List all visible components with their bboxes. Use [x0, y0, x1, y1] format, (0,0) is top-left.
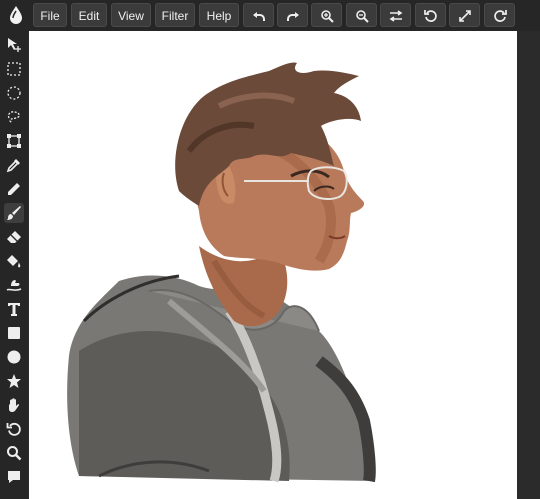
tools-sidebar	[0, 31, 28, 499]
zoom-in-icon	[320, 10, 334, 23]
bucket-fill-tool[interactable]	[4, 251, 24, 271]
zoom-in-button[interactable]	[311, 3, 342, 27]
zoom-tool[interactable]	[4, 443, 24, 463]
hand-tool[interactable]	[4, 395, 24, 415]
rotate-tool[interactable]	[4, 419, 24, 439]
help-menu-button[interactable]: Help	[199, 3, 239, 27]
ellipse-tool[interactable]	[4, 347, 24, 367]
redo-icon	[286, 12, 299, 21]
rotate-ccw-button[interactable]	[415, 3, 446, 27]
edit-menu-button[interactable]: Edit	[71, 3, 107, 27]
move-tool[interactable]	[4, 35, 24, 55]
ellipse-select-tool[interactable]	[4, 83, 24, 103]
rect-select-icon	[7, 62, 21, 76]
text-icon	[8, 303, 20, 316]
pencil-tool[interactable]	[4, 179, 24, 199]
hand-icon	[9, 398, 20, 412]
brush-icon	[7, 206, 21, 220]
artwork-portrait	[67, 62, 376, 483]
top-toolbar: File Edit View Filter Help	[0, 0, 540, 31]
rotate-icon	[6, 422, 21, 436]
rotate-ccw-icon	[423, 10, 437, 22]
transform-tool[interactable]	[4, 131, 24, 151]
transform-icon	[7, 134, 21, 148]
smudge-tool[interactable]	[4, 275, 24, 295]
swap-button[interactable]	[380, 3, 411, 27]
app-logo-icon	[4, 3, 28, 27]
lasso-tool[interactable]	[4, 107, 24, 127]
ellipse-select-icon	[7, 86, 21, 100]
rectangle-icon	[8, 327, 20, 339]
rectangle-tool[interactable]	[4, 323, 24, 343]
brush-tool[interactable]	[4, 203, 24, 223]
undo-button[interactable]	[243, 3, 274, 27]
drawing-canvas[interactable]	[29, 31, 517, 499]
bucket-fill-icon	[7, 255, 21, 268]
eraser-icon	[7, 231, 21, 243]
filter-menu-button[interactable]: Filter	[155, 3, 195, 27]
move-icon	[8, 38, 21, 52]
eyedropper-tool[interactable]	[4, 155, 24, 175]
pencil-icon	[8, 183, 20, 195]
comment-icon	[8, 471, 20, 483]
view-menu-button[interactable]: View	[111, 3, 151, 27]
undo-icon	[252, 12, 265, 21]
zoom-icon	[7, 446, 22, 461]
lasso-icon	[7, 111, 20, 124]
eraser-tool[interactable]	[4, 227, 24, 247]
zoom-out-button[interactable]	[346, 3, 377, 27]
rotate-cw-button[interactable]	[484, 3, 515, 27]
fullscreen-button[interactable]	[449, 3, 480, 27]
right-panel	[517, 31, 540, 499]
eyedropper-icon	[6, 159, 20, 173]
redo-button[interactable]	[277, 3, 308, 27]
fullscreen-icon	[458, 10, 471, 22]
ellipse-icon	[7, 350, 21, 364]
rect-select-tool[interactable]	[4, 59, 24, 79]
star-icon	[7, 374, 21, 388]
file-menu-button[interactable]: File	[33, 3, 67, 27]
rotate-cw-icon	[493, 10, 507, 22]
swap-icon	[389, 10, 402, 22]
zoom-out-icon	[355, 10, 369, 23]
star-tool[interactable]	[4, 371, 24, 391]
comment-tool[interactable]	[4, 467, 24, 487]
smudge-icon	[6, 280, 22, 291]
text-tool[interactable]	[4, 299, 24, 319]
